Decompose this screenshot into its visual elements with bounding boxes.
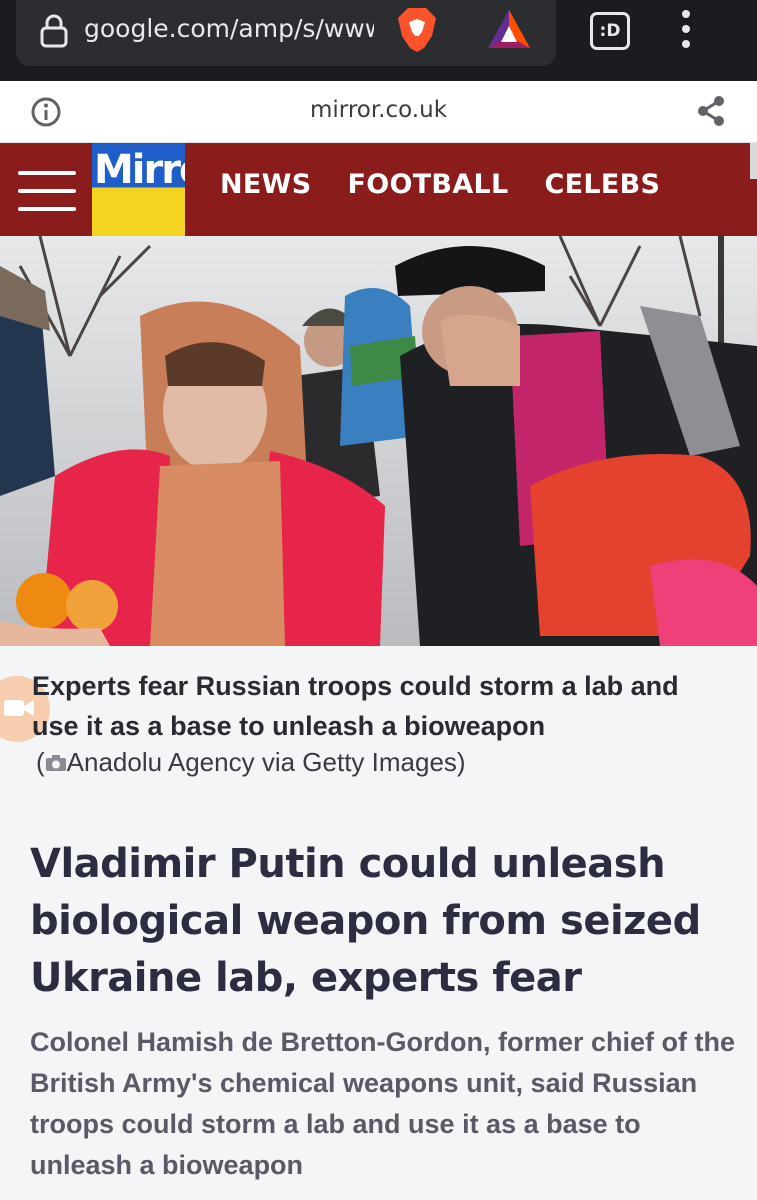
scrollbar-thumb[interactable] [750,143,757,179]
credit-text: Anadolu Agency via Getty Images) [66,747,466,777]
source-domain: mirror.co.uk [309,97,448,123]
camera-icon [45,755,66,771]
image-caption: Experts fear Russian troops could storm … [32,671,679,741]
image-credit: ( Anadolu Agency via Getty Images) [36,747,466,778]
tabs-button[interactable]: :D [590,12,630,50]
share-icon[interactable] [696,95,726,127]
credit-open-paren: ( [36,747,45,777]
url-text[interactable]: google.com/amp/s/www [84,14,374,43]
menu-dots-icon[interactable] [676,10,698,50]
article-headline: Vladimir Putin could unleash biological … [30,841,701,1001]
site-nav: Mirror NEWS FOOTBALL CELEBS [0,143,757,236]
amp-viewer-header: mirror.co.uk [0,81,757,143]
hamburger-menu-icon[interactable] [18,169,76,213]
logo-text: Mirror [94,147,185,193]
mirror-logo[interactable]: Mirror [92,143,185,236]
article-hero-image[interactable] [0,236,757,646]
nav-link-football[interactable]: FOOTBALL [347,169,508,200]
video-camera-icon [4,700,34,716]
brave-rewards-icon[interactable] [486,8,532,50]
nav-links: NEWS FOOTBALL CELEBS [220,169,660,200]
hero-photo-illustration [0,236,757,646]
article-standfirst: Colonel Hamish de Bretton-Gordon, former… [30,1027,736,1180]
brave-lion-icon[interactable] [396,6,438,54]
lock-icon[interactable] [38,14,70,48]
nav-link-celebs[interactable]: CELEBS [545,169,661,200]
nav-link-news[interactable]: NEWS [220,169,311,200]
browser-toolbar: google.com/amp/s/www :D [0,0,757,81]
